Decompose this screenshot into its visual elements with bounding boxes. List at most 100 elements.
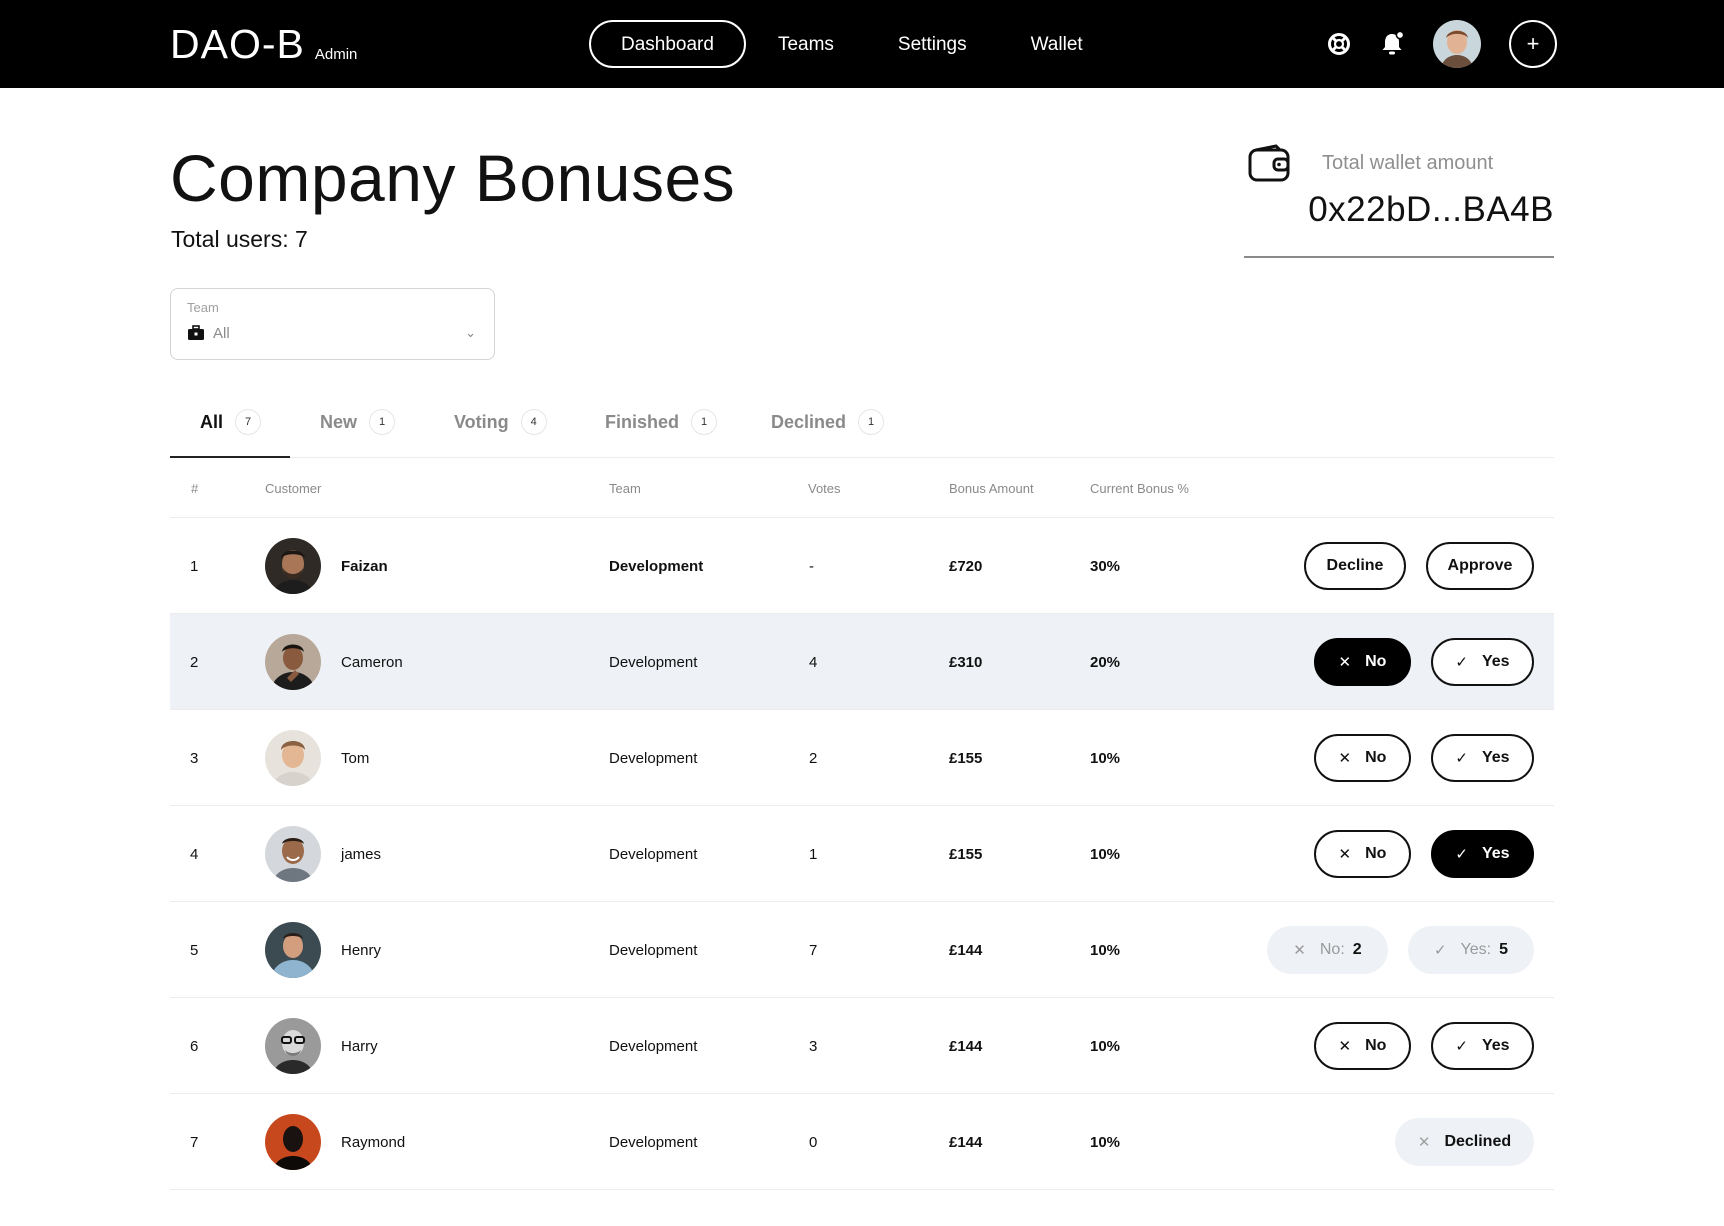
vote-yes-button[interactable]: ✓ Yes xyxy=(1431,734,1534,782)
no-votes-label: No: xyxy=(1319,941,1345,958)
wallet-icon xyxy=(1248,144,1292,189)
tab-all[interactable]: All 7 xyxy=(170,402,290,458)
customer-name: Faizan xyxy=(341,557,388,575)
column-header-current-bonus: Current Bonus % xyxy=(1090,481,1189,496)
add-button[interactable]: + xyxy=(1509,20,1557,68)
bonus-amount: £144 xyxy=(949,1133,983,1151)
approve-button[interactable]: Approve xyxy=(1426,542,1534,590)
vote-yes-button[interactable]: ✓ Yes xyxy=(1431,1022,1534,1070)
vote-yes-label: Yes xyxy=(1481,845,1510,862)
column-header-votes: Votes xyxy=(808,481,841,496)
wallet-address[interactable]: 0x22bD...BA4B xyxy=(1308,190,1554,230)
row-actions: Decline Approve xyxy=(1284,518,1534,614)
decline-button[interactable]: Decline xyxy=(1304,542,1406,590)
check-icon: ✓ xyxy=(1455,1038,1468,1055)
row-actions: ✕ No: 2 ✓ Yes: 5 xyxy=(1247,902,1534,998)
vote-no-button[interactable]: ✕ No xyxy=(1314,638,1411,686)
vote-yes-button[interactable]: ✓ Yes xyxy=(1431,830,1534,878)
vote-count: 2 xyxy=(809,749,818,767)
tab-count-badge: 1 xyxy=(369,409,396,435)
table-row: 2 Cameron Development 4 £310 20% ✕ No ✓ … xyxy=(170,614,1554,710)
customer-team: Development xyxy=(609,941,698,959)
no-votes-count: 2 xyxy=(1352,941,1362,958)
team-select[interactable]: Team All ⌄ xyxy=(170,288,495,360)
nav-dashboard[interactable]: Dashboard xyxy=(589,20,746,68)
row-actions: ✕ No ✓ Yes xyxy=(1294,806,1534,902)
bonus-amount: £310 xyxy=(949,653,983,671)
tab-count-badge: 1 xyxy=(858,409,885,435)
vote-no-label: No xyxy=(1365,749,1387,766)
current-bonus-percent: 10% xyxy=(1090,941,1121,959)
team-select-value: All xyxy=(213,325,230,342)
tab-label: Voting xyxy=(454,412,509,432)
bonus-amount: £155 xyxy=(949,749,983,767)
check-icon: ✓ xyxy=(1455,846,1468,863)
table-row: 7 Raymond Development 0 £144 10% ✕ Decli… xyxy=(170,1094,1554,1190)
customer-name: Henry xyxy=(341,941,382,959)
close-icon: ✕ xyxy=(1417,1134,1431,1151)
vote-no-button[interactable]: ✕ No xyxy=(1314,734,1411,782)
nav-settings[interactable]: Settings xyxy=(866,20,999,68)
column-header-team: Team xyxy=(609,481,641,496)
page-title: Company Bonuses xyxy=(170,141,736,215)
table-row: 3 Tom Development 2 £155 10% ✕ No ✓ Yes xyxy=(170,710,1554,806)
customer-team: Development xyxy=(609,1037,698,1055)
current-bonus-percent: 10% xyxy=(1090,749,1121,767)
tab-count-badge: 1 xyxy=(691,409,718,435)
close-icon: ✕ xyxy=(1338,750,1352,767)
tab-new[interactable]: New 1 xyxy=(320,402,396,458)
wallet-label: Total wallet amount xyxy=(1322,152,1494,174)
help-lifebuoy-icon[interactable] xyxy=(1325,30,1353,58)
vote-count: 7 xyxy=(809,941,818,959)
customer-avatar xyxy=(265,634,321,690)
declined-label: Declined xyxy=(1444,1133,1512,1150)
column-header-customer: Customer xyxy=(265,481,322,496)
customer-name: Tom xyxy=(341,749,370,767)
row-number: 6 xyxy=(190,1037,199,1055)
user-avatar[interactable] xyxy=(1433,20,1481,68)
row-actions: ✕ No ✓ Yes xyxy=(1294,710,1534,806)
logo-text: DAO-B xyxy=(170,21,305,67)
yes-votes-count: 5 xyxy=(1499,941,1509,958)
customer-team: Development xyxy=(609,845,698,863)
vote-yes-button[interactable]: ✓ Yes xyxy=(1431,638,1534,686)
tab-label: All xyxy=(200,412,224,432)
row-actions: ✕ No ✓ Yes xyxy=(1294,614,1534,710)
check-icon: ✓ xyxy=(1455,654,1468,671)
top-navigation-bar: DAO-B Admin Dashboard Teams Settings Wal… xyxy=(0,0,1724,88)
tab-count-badge: 7 xyxy=(235,409,262,435)
row-number: 1 xyxy=(190,557,199,575)
vote-no-button[interactable]: ✕ No xyxy=(1314,1022,1411,1070)
table-row: 5 Henry Development 7 £144 10% ✕ No: 2 ✓… xyxy=(170,902,1554,998)
vote-no-button[interactable]: ✕ No xyxy=(1314,830,1411,878)
nav-wallet[interactable]: Wallet xyxy=(999,20,1115,68)
current-bonus-percent: 20% xyxy=(1090,653,1121,671)
logo[interactable]: DAO-B Admin xyxy=(170,22,357,66)
total-users-count: Total users: 7 xyxy=(171,226,308,252)
tab-label: Finished xyxy=(605,412,680,432)
declined-status-badge: ✕ Declined xyxy=(1395,1118,1534,1166)
vote-yes-label: Yes xyxy=(1481,1037,1510,1054)
briefcase-icon xyxy=(188,325,204,345)
check-icon: ✓ xyxy=(1433,942,1447,959)
team-select-label: Team xyxy=(187,300,219,315)
check-icon: ✓ xyxy=(1455,750,1468,767)
customer-avatar xyxy=(265,1114,321,1170)
customer-avatar xyxy=(265,538,321,594)
close-icon: ✕ xyxy=(1293,942,1306,959)
current-bonus-percent: 10% xyxy=(1090,845,1121,863)
tab-voting[interactable]: Voting 4 xyxy=(454,402,547,458)
chevron-down-icon: ⌄ xyxy=(465,325,476,340)
main-nav: Dashboard Teams Settings Wallet xyxy=(589,20,1115,68)
nav-teams[interactable]: Teams xyxy=(746,20,866,68)
vote-count: - xyxy=(809,557,814,575)
notification-bell-icon[interactable] xyxy=(1379,30,1407,58)
vote-no-label: No xyxy=(1365,653,1387,670)
yes-votes-label: Yes: xyxy=(1460,941,1492,958)
tab-finished[interactable]: Finished 1 xyxy=(605,402,718,458)
close-icon: ✕ xyxy=(1338,654,1352,671)
customer-team: Development xyxy=(609,749,698,767)
no-votes-result: ✕ No: 2 xyxy=(1267,926,1388,974)
column-header-bonus-amount: Bonus Amount xyxy=(949,481,1034,496)
tab-declined[interactable]: Declined 1 xyxy=(771,402,885,458)
